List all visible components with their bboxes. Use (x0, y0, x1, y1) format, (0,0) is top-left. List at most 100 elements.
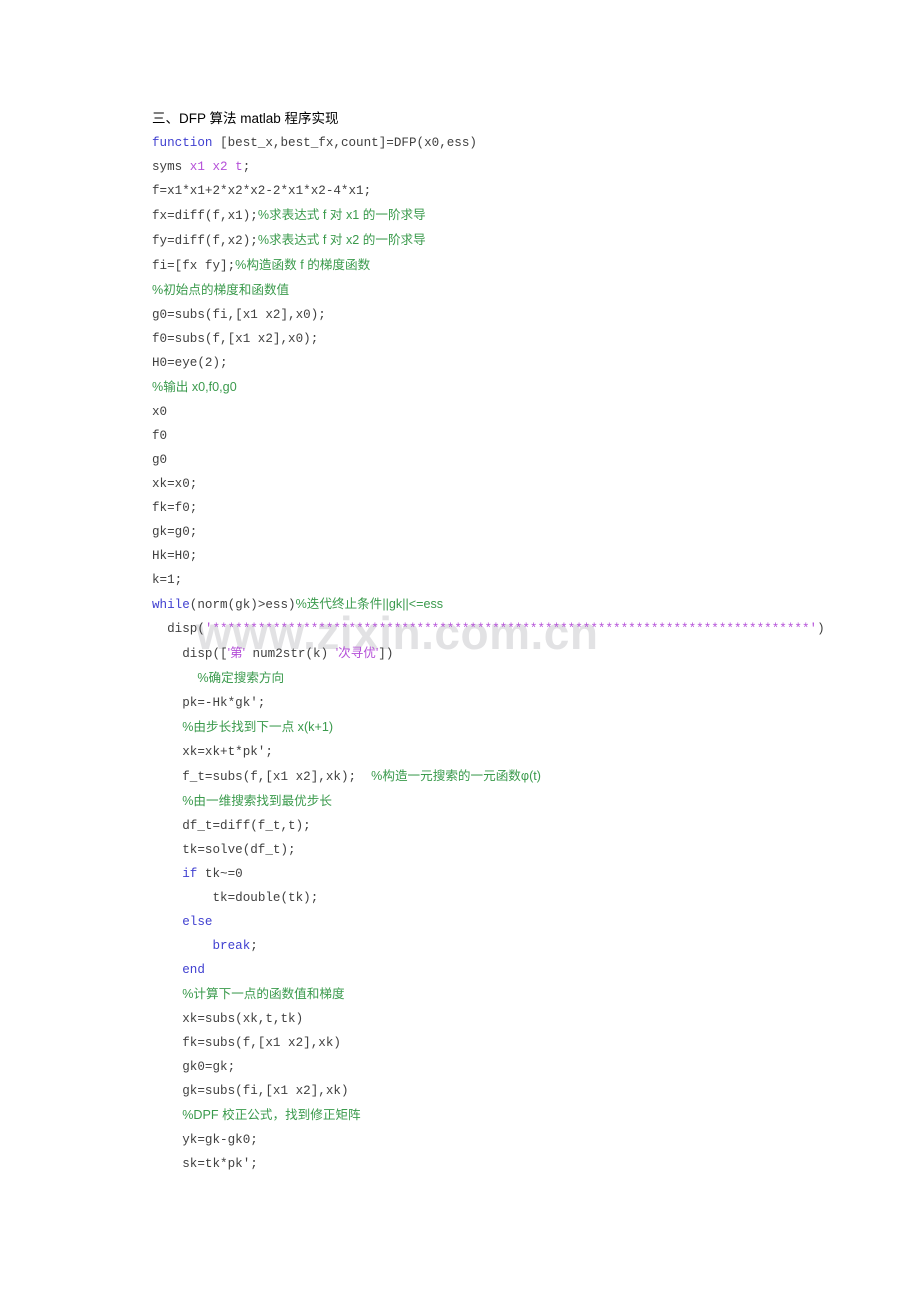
code-token-pl: fy=diff(f,x2); (152, 234, 258, 248)
code-token-pl: sk=tk*pk'; (182, 1157, 258, 1171)
code-line: disp('**********************************… (152, 617, 852, 641)
code-token-pl: gk0=gk; (182, 1060, 236, 1074)
code-token-pl: Hk=H0; (152, 549, 198, 563)
code-line: tk=double(tk); (152, 886, 852, 910)
code-line: x0 (152, 400, 852, 424)
code-line: g0 (152, 448, 852, 472)
code-line: fi=[fx fy];%构造函数 f 的梯度函数 (152, 253, 852, 278)
code-token-str: '第' (227, 646, 245, 660)
code-token-cm: %计算下一点的函数值和梯度 (182, 987, 345, 1001)
code-line: gk=subs(fi,[x1 x2],xk) (152, 1079, 852, 1103)
code-line: f0 (152, 424, 852, 448)
code-token-pl: fk=f0; (152, 501, 198, 515)
code-line: gk0=gk; (152, 1055, 852, 1079)
code-token-sym: x1 x2 t (189, 160, 243, 174)
code-token-pl: f_t=subs(f,[x1 x2],xk); (182, 770, 372, 784)
code-token-pl: syms (152, 160, 190, 174)
code-line: H0=eye(2); (152, 351, 852, 375)
code-token-pl: (norm(gk)>ess) (189, 598, 296, 612)
code-token-pl: tk=solve(df_t); (182, 843, 296, 857)
code-token-pl: H0=eye(2); (152, 356, 228, 370)
code-token-pl: ; (250, 939, 258, 953)
code-token-kw: if (182, 867, 198, 881)
code-line: k=1; (152, 568, 852, 592)
code-line: %由一维搜索找到最优步长 (152, 789, 852, 814)
code-line: else (152, 910, 852, 934)
code-line: xk=x0; (152, 472, 852, 496)
code-token-pl: f0=subs(f,[x1 x2],x0); (152, 332, 319, 346)
code-line: yk=gk-gk0; (152, 1128, 852, 1152)
code-line: %计算下一点的函数值和梯度 (152, 982, 852, 1007)
code-line: f_t=subs(f,[x1 x2],xk); %构造一元搜索的一元函数φ(t) (152, 764, 852, 789)
document-page: www.zixin.com.cn 三、DFP 算法 matlab 程序实现 fu… (0, 0, 920, 1302)
code-token-kw: function (152, 136, 213, 150)
code-token-kw: break (212, 939, 251, 953)
code-token-cm: %迭代终止条件||gk||<=ess (295, 597, 444, 611)
code-token-cm: %DPF 校正公式，找到修正矩阵 (182, 1108, 361, 1122)
code-token-pl: f0 (152, 429, 168, 443)
code-line: %初始点的梯度和函数值 (152, 278, 852, 303)
code-token-pl: fx=diff(f,x1); (152, 209, 258, 223)
code-token-pl: g0=subs(fi,[x1 x2],x0); (152, 308, 326, 322)
code-line: df_t=diff(f_t,t); (152, 814, 852, 838)
code-token-pl: pk=-Hk*gk'; (182, 696, 266, 710)
code-line: %输出 x0,f0,g0 (152, 375, 852, 400)
code-line: Hk=H0; (152, 544, 852, 568)
code-token-pl: xk=subs(xk,t,tk) (182, 1012, 304, 1026)
code-token-pl: xk=xk+t*pk'; (182, 745, 273, 759)
code-line: f0=subs(f,[x1 x2],x0); (152, 327, 852, 351)
code-line: g0=subs(fi,[x1 x2],x0); (152, 303, 852, 327)
code-token-pl: df_t=diff(f_t,t); (182, 819, 311, 833)
code-token-str: '***************************************… (204, 622, 818, 636)
code-line: fk=subs(f,[x1 x2],xk) (152, 1031, 852, 1055)
code-token-pl: k=1; (152, 573, 183, 587)
document-content: 三、DFP 算法 matlab 程序实现 function [best_x,be… (152, 108, 852, 1176)
code-token-cm: %求表达式 f 对 x1 的一阶求导 (257, 208, 426, 222)
code-line: f=x1*x1+2*x2*x2-2*x1*x2-4*x1; (152, 179, 852, 203)
code-token-pl: disp([ (182, 647, 228, 661)
code-token-pl: num2str(k) (245, 647, 336, 661)
code-token-cm: %求表达式 f 对 x2 的一阶求导 (257, 233, 426, 247)
code-token-pl: fk=subs(f,[x1 x2],xk) (182, 1036, 341, 1050)
code-line: fx=diff(f,x1);%求表达式 f 对 x1 的一阶求导 (152, 203, 852, 228)
code-token-pl: yk=gk-gk0; (182, 1133, 258, 1147)
code-line: xk=xk+t*pk'; (152, 740, 852, 764)
code-token-kw: end (182, 963, 205, 977)
code-line: %DPF 校正公式，找到修正矩阵 (152, 1103, 852, 1128)
code-line: sk=tk*pk'; (152, 1152, 852, 1176)
code-token-pl: fi=[fx fy]; (152, 259, 236, 273)
code-token-pl: ) (817, 622, 825, 636)
code-token-pl: ]) (378, 647, 394, 661)
code-token-pl: disp( (167, 622, 205, 636)
code-token-pl: ; (242, 160, 251, 174)
code-token-pl: tk~=0 (197, 867, 243, 881)
code-token-pl: f=x1*x1+2*x2*x2-2*x1*x2-4*x1; (152, 184, 372, 198)
code-line: pk=-Hk*gk'; (152, 691, 852, 715)
code-line: syms x1 x2 t; (152, 155, 852, 179)
code-token-cm: %确定搜索方向 (197, 671, 285, 685)
code-token-kw: else (182, 915, 213, 929)
code-token-cm: %构造函数 f 的梯度函数 (235, 258, 371, 272)
code-line: %由步长找到下一点 x(k+1) (152, 715, 852, 740)
code-token-pl: tk=double(tk); (212, 891, 319, 905)
code-token-cm: %构造一元搜索的一元函数φ(t) (371, 769, 541, 783)
